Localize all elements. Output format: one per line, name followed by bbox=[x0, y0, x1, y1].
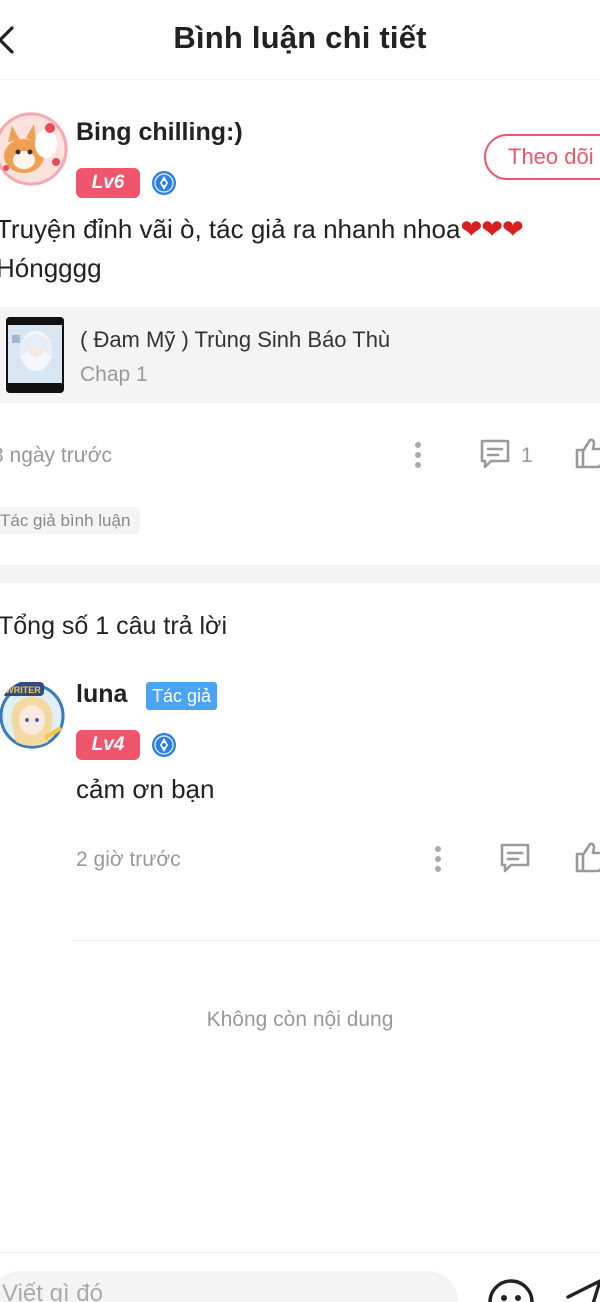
reply-like-icon[interactable] bbox=[574, 840, 600, 874]
total-replies-label: Tổng số 1 câu trả lời bbox=[0, 612, 228, 640]
reply-time: 2 giờ trước bbox=[76, 848, 181, 871]
top-bar: Bình luận chi tiết bbox=[0, 0, 600, 80]
comment-text: Truyện đỉnh vãi ò, tác giả ra nhanh nhoa… bbox=[0, 210, 596, 288]
send-icon[interactable] bbox=[566, 1277, 600, 1302]
reply-vip-badge-icon bbox=[152, 733, 176, 757]
reply-more-options-icon[interactable] bbox=[426, 844, 450, 874]
level-badge: Lv6 bbox=[76, 168, 140, 198]
story-title: ( Đam Mỹ ) Trùng Sinh Báo Thù bbox=[80, 327, 391, 352]
writer-badge-text: WRITER bbox=[5, 685, 41, 695]
comment-time: 3 ngày trước bbox=[0, 444, 113, 467]
like-icon[interactable] bbox=[574, 436, 600, 470]
comment-text-line2: Hóngggg bbox=[0, 253, 102, 283]
comment-input[interactable] bbox=[0, 1271, 458, 1302]
avatar[interactable] bbox=[0, 112, 68, 186]
hearts-emoji: ❤❤❤ bbox=[460, 214, 523, 244]
no-more-content-label: Không còn nội dung bbox=[206, 1008, 394, 1031]
story-card[interactable]: ( Đam Mỹ ) Trùng Sinh Báo Thù Chap 1 bbox=[0, 307, 600, 403]
more-options-icon[interactable] bbox=[406, 440, 430, 470]
author-commented-tag: Tác giả bình luận bbox=[0, 507, 141, 534]
reply-text: cảm ơn bạn bbox=[76, 774, 215, 804]
follow-button[interactable]: Theo dõi bbox=[484, 134, 600, 180]
comment-input-bar bbox=[0, 1252, 600, 1302]
story-chapter: Chap 1 bbox=[80, 363, 148, 386]
reply-reply-icon[interactable] bbox=[498, 842, 532, 874]
comment-username[interactable]: Bing chilling:) bbox=[76, 118, 243, 147]
author-badge: Tác giả bbox=[146, 682, 218, 710]
vip-badge-icon bbox=[152, 171, 176, 195]
reply-avatar[interactable]: WRITER bbox=[0, 680, 66, 750]
reply-icon[interactable] bbox=[478, 438, 512, 470]
page-title: Bình luận chi tiết bbox=[173, 20, 427, 55]
section-divider bbox=[0, 565, 600, 583]
reply-divider bbox=[72, 940, 600, 941]
comment-text-line1: Truyện đỉnh vãi ò, tác giả ra nhanh nhoa bbox=[0, 214, 461, 244]
reply-level-badge: Lv4 bbox=[76, 730, 140, 760]
emoji-icon[interactable] bbox=[486, 1277, 536, 1302]
reply-username[interactable]: luna bbox=[76, 680, 127, 709]
reply-count: 1 bbox=[521, 444, 533, 467]
story-cover-image bbox=[6, 317, 64, 393]
